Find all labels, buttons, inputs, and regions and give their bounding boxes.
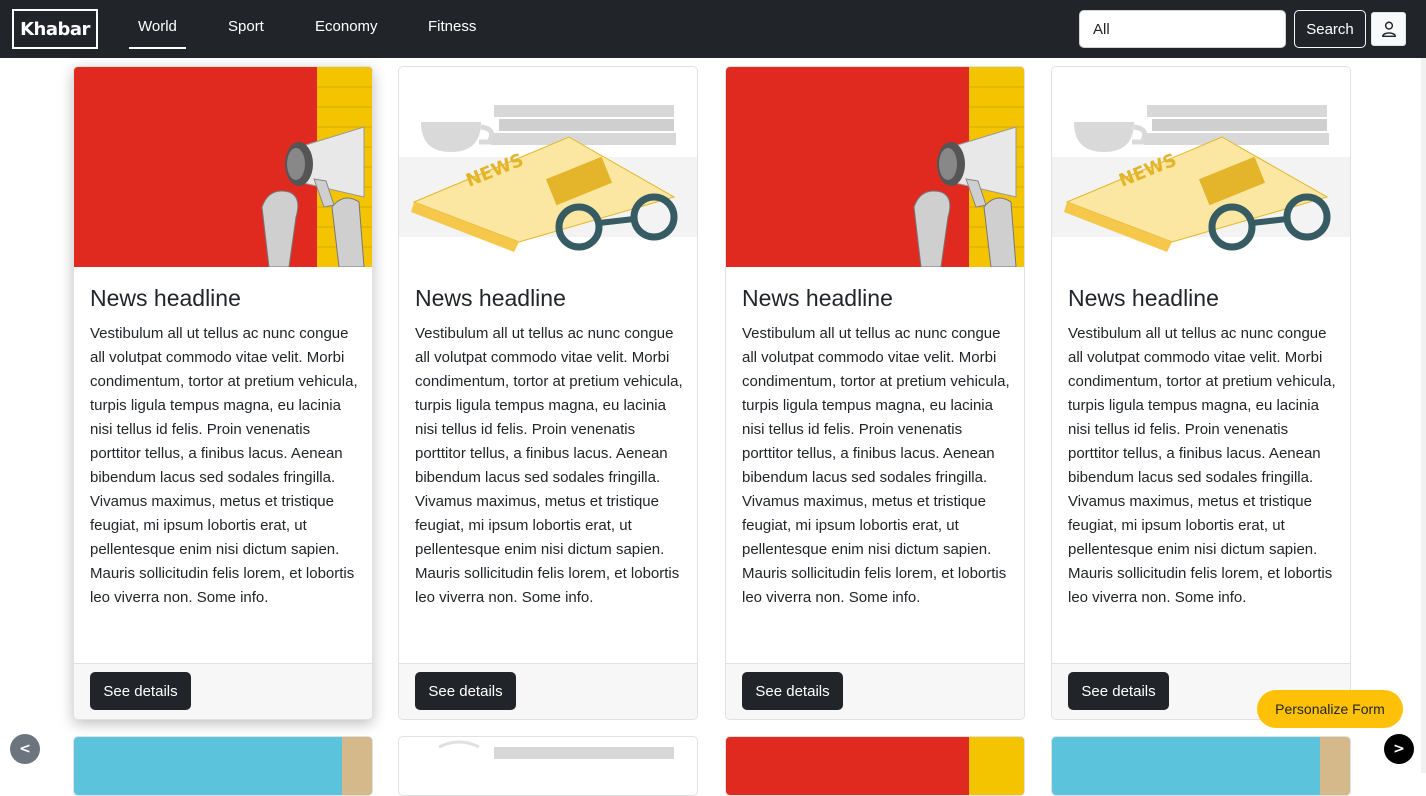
carousel-prev-button[interactable]: < <box>10 734 40 764</box>
see-details-button[interactable]: See details <box>415 672 516 710</box>
news-card-next-row <box>725 736 1025 796</box>
top-navbar: Khabar World Sport Economy Fitness All S… <box>0 0 1426 58</box>
person-icon <box>1381 21 1396 38</box>
newspaper-image: NEWS <box>1052 67 1350 267</box>
news-card-next-row <box>1051 736 1351 796</box>
card-title: News headline <box>90 285 241 311</box>
nav-link-fitness[interactable]: Fitness <box>428 18 476 35</box>
card-title: News headline <box>1068 285 1219 311</box>
beach-image <box>74 737 372 795</box>
news-card-next-row <box>398 736 698 796</box>
nav-link-sport[interactable]: Sport <box>228 18 264 35</box>
card-footer: See details <box>74 663 372 719</box>
carousel-next-button[interactable]: > <box>1384 734 1414 764</box>
news-card: News headline Vestibulum all ut tellus a… <box>73 66 373 720</box>
search-input[interactable]: All <box>1079 10 1286 48</box>
see-details-button[interactable]: See details <box>1068 672 1169 710</box>
brand-logo[interactable]: Khabar <box>12 9 98 49</box>
card-footer: See details <box>726 663 1024 719</box>
search-button[interactable]: Search <box>1294 10 1366 48</box>
megaphone-image <box>726 67 1024 267</box>
news-card: News headline Vestibulum all ut tellus a… <box>725 66 1025 720</box>
news-card: NEWS News headline Vestibulum all ut tel… <box>1051 66 1351 720</box>
megaphone-image <box>726 737 1024 795</box>
card-text: Vestibulum all ut tellus ac nunc congue … <box>90 325 358 606</box>
news-card: NEWS News headline Vestibulum all ut tel… <box>398 66 698 720</box>
personalize-form-button[interactable]: Personalize Form <box>1257 690 1403 728</box>
nav-link-world[interactable]: World <box>129 18 186 49</box>
card-text: Vestibulum all ut tellus ac nunc congue … <box>415 325 683 606</box>
card-footer: See details <box>399 663 697 719</box>
card-title: News headline <box>415 285 566 311</box>
nav-link-economy[interactable]: Economy <box>315 18 378 35</box>
see-details-button[interactable]: See details <box>90 672 191 710</box>
user-button[interactable] <box>1371 12 1406 46</box>
card-title: News headline <box>742 285 893 311</box>
megaphone-image <box>74 67 372 267</box>
card-text: Vestibulum all ut tellus ac nunc congue … <box>1068 325 1336 606</box>
card-text: Vestibulum all ut tellus ac nunc congue … <box>742 325 1010 606</box>
see-details-button[interactable]: See details <box>742 672 843 710</box>
beach-image <box>1052 737 1350 795</box>
newspaper-image: NEWS <box>399 67 697 267</box>
page-scrollbar[interactable] <box>1421 58 1426 773</box>
newspaper-image <box>399 737 697 795</box>
news-card-next-row <box>73 736 373 796</box>
